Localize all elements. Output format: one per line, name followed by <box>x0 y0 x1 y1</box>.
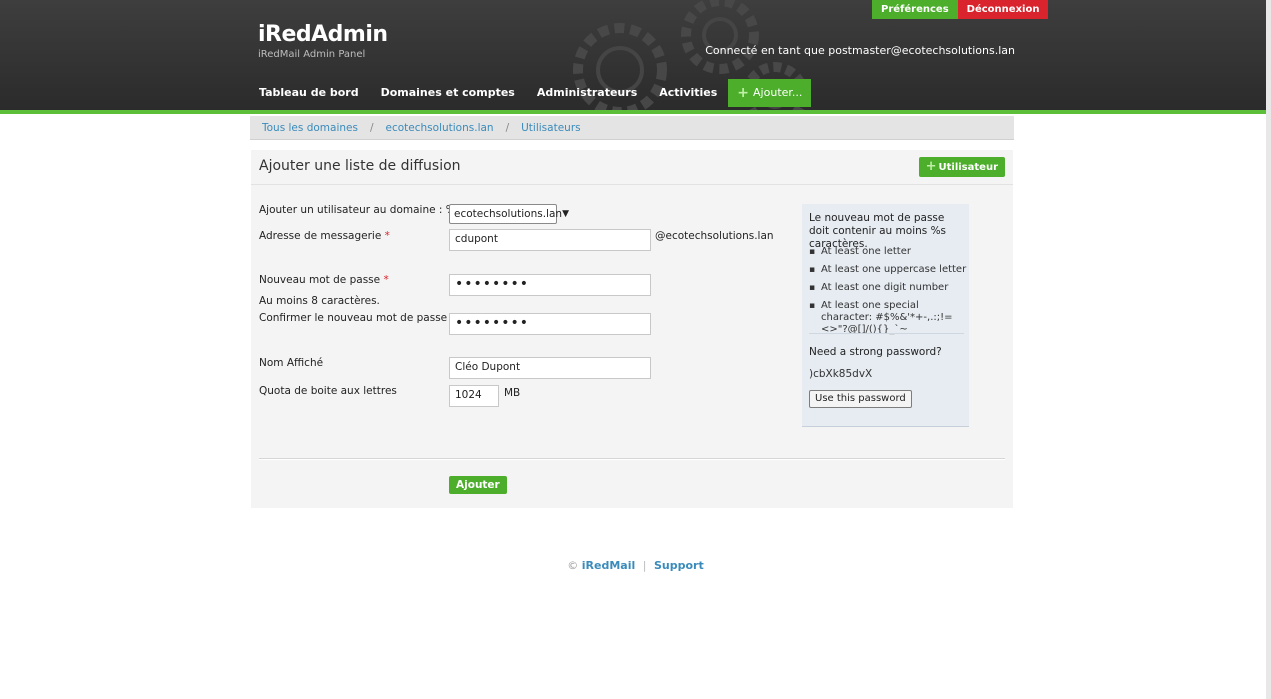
add-user-label: Utilisateur <box>938 162 999 173</box>
required-mark: * <box>384 230 390 242</box>
plus-icon: + <box>737 85 750 101</box>
footer-separator: | <box>642 559 647 572</box>
password-label: Nouveau mot de passe * <box>259 274 389 286</box>
domain-label: Ajouter un utilisateur au domaine : %s. … <box>259 204 473 216</box>
logout-button[interactable]: Déconnexion <box>957 0 1049 19</box>
nav-add-label: Ajouter... <box>753 86 803 99</box>
page-scrollbar[interactable] <box>1266 0 1271 699</box>
app-header: iRedAdmin iRedMail Admin Panel Préférenc… <box>0 0 1271 110</box>
domain-select-value: ecotechsolutions.lan <box>454 208 563 220</box>
nav-domains-accounts[interactable]: Domaines et comptes <box>370 79 526 107</box>
add-user-button[interactable]: + Utilisateur <box>918 157 1005 177</box>
strong-password-question: Need a strong password? <box>809 346 942 358</box>
chevron-down-icon: ▼ <box>562 209 569 219</box>
list-item: At least one uppercase letter <box>809 264 969 276</box>
main-nav: Tableau de bord Domaines et comptes Admi… <box>248 79 812 107</box>
breadcrumb: Tous les domaines / ecotechsolutions.lan… <box>250 116 1014 140</box>
password-rules-list: At least one letter At least one upperca… <box>809 246 969 342</box>
email-domain-suffix: @ecotechsolutions.lan <box>655 230 774 242</box>
quota-unit: MB <box>504 387 521 399</box>
top-links: Préférences Déconnexion <box>872 0 1049 19</box>
quota-input[interactable]: 1024 <box>449 385 499 407</box>
password-hint: Au moins 8 caractères. <box>259 295 380 307</box>
use-password-button[interactable]: Use this password <box>809 390 912 408</box>
nav-dashboard[interactable]: Tableau de bord <box>248 79 370 107</box>
nav-add-menu[interactable]: + Ajouter... <box>728 79 812 107</box>
quota-label: Quota de boite aux lettres <box>259 385 397 397</box>
nav-administrators[interactable]: Administrateurs <box>526 79 648 107</box>
footer-support-link[interactable]: Support <box>654 559 704 572</box>
display-name-input[interactable]: Cléo Dupont <box>449 357 651 379</box>
footer: © iRedMail | Support <box>0 559 1271 572</box>
confirm-password-label: Confirmer le nouveau mot de passe * <box>259 312 456 324</box>
breadcrumb-all-domains[interactable]: Tous les domaines <box>262 122 358 134</box>
copyright-symbol: © <box>567 559 579 572</box>
breadcrumb-users[interactable]: Utilisateurs <box>521 122 580 134</box>
generated-password: )cbXk85dvX <box>809 368 873 380</box>
preferences-button[interactable]: Préférences <box>872 0 958 19</box>
domain-select[interactable]: ecotechsolutions.lan ▼ <box>449 204 569 224</box>
list-item: At least one digit number <box>809 282 969 294</box>
plus-icon: + <box>925 159 937 174</box>
email-label: Adresse de messagerie * <box>259 230 390 242</box>
email-input[interactable]: cdupont <box>449 229 651 251</box>
breadcrumb-domain[interactable]: ecotechsolutions.lan <box>386 122 494 134</box>
email-label-text: Adresse de messagerie <box>259 230 382 242</box>
brand-subtitle: iRedMail Admin Panel <box>258 49 366 60</box>
brand-title: iRedAdmin <box>258 22 388 47</box>
password-input[interactable]: •••••••• <box>449 274 651 296</box>
footer-iredmail-link[interactable]: iRedMail <box>582 559 636 572</box>
logged-in-status: Connecté en tant que postmaster@ecotechs… <box>705 44 1015 57</box>
confirm-password-input[interactable]: •••••••• <box>449 313 651 335</box>
list-item: At least one letter <box>809 246 969 258</box>
header-accent-line <box>0 110 1271 114</box>
password-mask: •••••••• <box>455 276 530 292</box>
list-item: At least one special character: #$%&'*+-… <box>809 300 969 336</box>
display-name-label: Nom Affiché <box>259 357 324 369</box>
submit-button[interactable]: Ajouter <box>449 476 507 494</box>
confirm-label-text: Confirmer le nouveau mot de passe <box>259 312 448 324</box>
panel-header: Ajouter une liste de diffusion + Utilisat… <box>251 150 1013 185</box>
confirm-password-mask: •••••••• <box>455 315 530 331</box>
info-divider <box>809 333 964 334</box>
nav-activities[interactable]: Activities <box>648 79 728 107</box>
breadcrumb-separator: / <box>369 121 374 134</box>
required-mark: * <box>383 274 389 286</box>
domain-label-text: Ajouter un utilisateur au domaine : %s. <box>259 204 465 216</box>
breadcrumb-separator: / <box>505 121 510 134</box>
page-title: Ajouter une liste de diffusion <box>259 158 461 174</box>
password-requirements-box: Le nouveau mot de passe doit contenir au… <box>802 204 969 427</box>
password-label-text: Nouveau mot de passe <box>259 274 381 286</box>
form-divider <box>259 458 1005 460</box>
